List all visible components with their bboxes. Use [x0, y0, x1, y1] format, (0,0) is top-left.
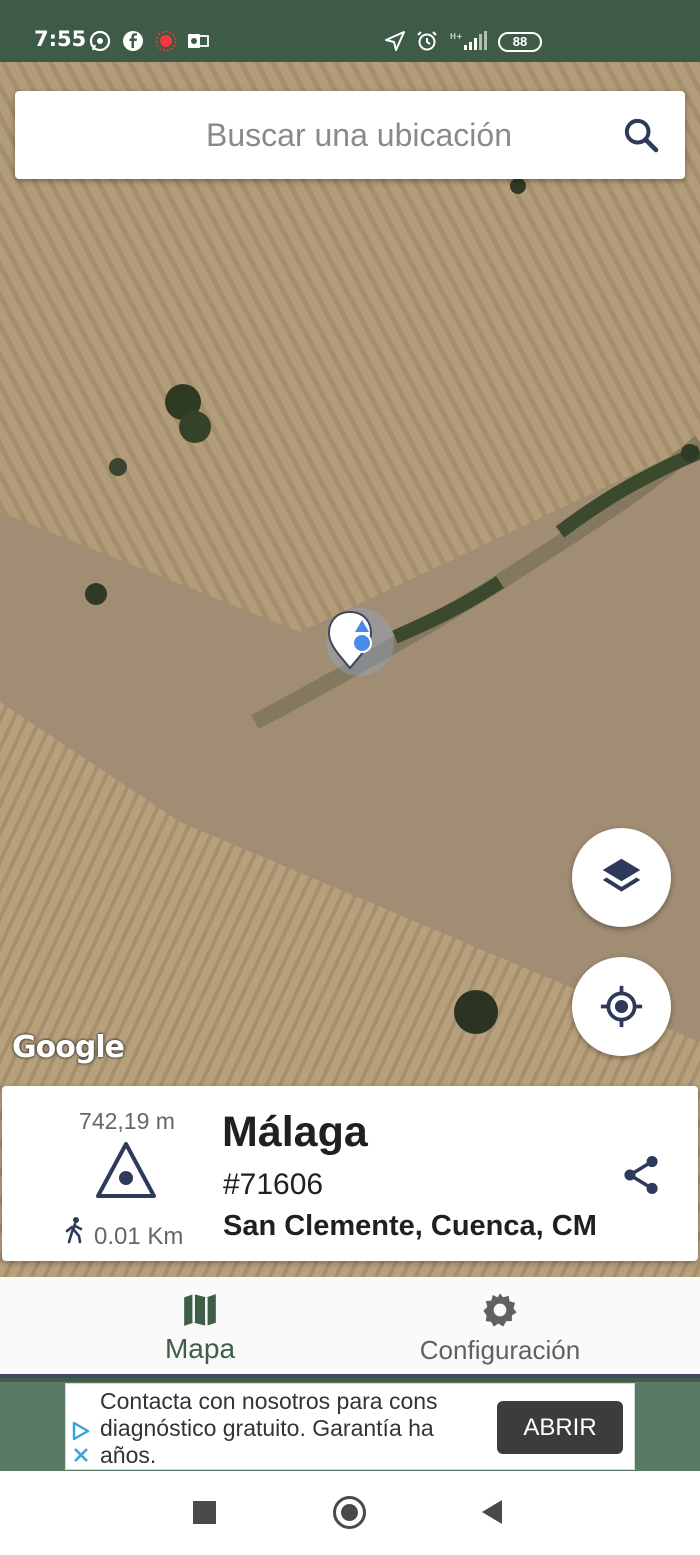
google-attribution: Google [12, 1030, 125, 1065]
search-input[interactable]: Buscar una ubicación [119, 117, 599, 154]
facebook-icon [123, 31, 143, 51]
status-time: 7:55 [34, 27, 87, 51]
whatsapp-icon [89, 30, 111, 52]
outlook-icon [188, 34, 209, 48]
nav-label-mapa: Mapa [164, 1333, 236, 1364]
my-location-icon [600, 985, 643, 1028]
battery-indicator: 88 [498, 32, 542, 52]
location-arrow-icon [385, 31, 405, 51]
nav-item-configuracion[interactable]: Configuración [325, 1277, 675, 1377]
signal-icon: H+ [450, 31, 487, 50]
system-navigation-bar [0, 1471, 700, 1555]
ad-text-line: diagnóstico gratuito. Garantía ha [100, 1415, 434, 1441]
place-info-card[interactable]: 742,19 m 0.01 Km Málaga #71606 San Cleme… [2, 1086, 698, 1261]
place-name: Málaga [222, 1108, 368, 1156]
ad-open-button[interactable]: ABRIR [497, 1401, 623, 1454]
nav-label-configuracion: Configuración [419, 1335, 581, 1365]
ad-banner[interactable]: Contacta con nosotros para cons diagnóst… [65, 1383, 635, 1470]
alarm-icon [417, 31, 437, 51]
geodesic-vertex-icon [96, 1142, 156, 1198]
map-icon [184, 1294, 216, 1326]
ad-text-line: Contacta con nosotros para cons [100, 1388, 438, 1414]
ad-text: Contacta con nosotros para cons diagnóst… [100, 1388, 476, 1469]
back-button[interactable] [482, 1500, 502, 1524]
place-region: San Clemente, Cuenca, CM [223, 1210, 597, 1242]
ad-text-line: años. [100, 1442, 157, 1468]
share-icon[interactable] [622, 1154, 660, 1196]
search-bar[interactable]: Buscar una ubicación [15, 91, 685, 179]
ad-banner-container: Contacta con nosotros para cons diagnóst… [0, 1382, 700, 1471]
elevation-value: 742,19 m [79, 1108, 175, 1134]
gear-icon [483, 1293, 517, 1327]
ad-choices-icon[interactable] [70, 1420, 92, 1442]
status-bar: 7:55 H+ 88 [0, 0, 700, 62]
layers-icon [602, 858, 641, 892]
layers-button[interactable] [572, 828, 671, 927]
nav-item-mapa[interactable]: Mapa [25, 1277, 375, 1377]
recents-button[interactable] [193, 1501, 216, 1524]
ad-close-icon[interactable] [72, 1446, 90, 1464]
walking-icon [65, 1217, 83, 1244]
bottom-navigation: Mapa Configuración [0, 1277, 700, 1378]
search-icon[interactable] [621, 115, 661, 155]
record-icon [155, 30, 177, 52]
home-button[interactable] [333, 1496, 366, 1529]
my-location-button[interactable] [572, 957, 671, 1056]
svg-text:H+: H+ [450, 32, 463, 41]
place-code: #71606 [223, 1168, 324, 1201]
distance-value: 0.01 Km [94, 1223, 184, 1250]
